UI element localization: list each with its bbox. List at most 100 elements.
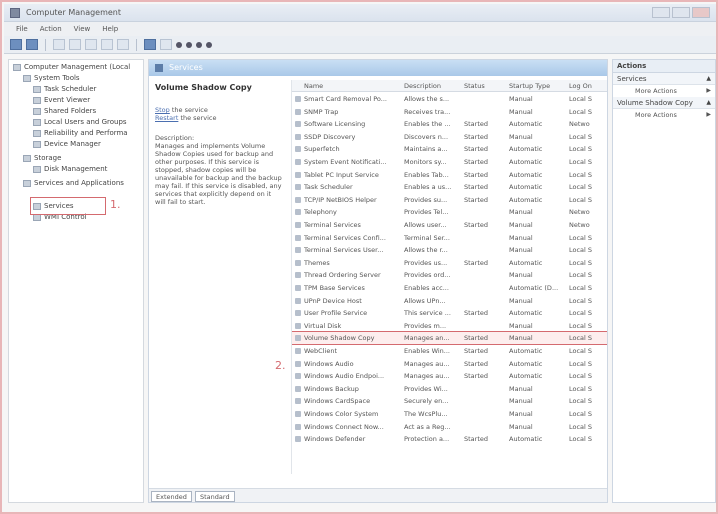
service-row[interactable]: User Profile Service This service ... Star… [292,307,607,319]
service-status: Started [464,334,489,343]
service-row[interactable]: Windows Defender Protection a... Started Au… [292,433,607,445]
column-name[interactable]: Name [304,82,323,90]
tree-item[interactable]: Task Scheduler [33,84,96,94]
service-startup-type: Manual [509,422,533,431]
tree-item[interactable]: Storage [23,153,61,163]
service-icon [295,96,301,102]
service-row[interactable]: Windows Backup Provides Wi... Manual Local … [292,383,607,395]
service-description: Enables Win... [404,347,451,355]
stop-service-icon[interactable] [186,41,192,48]
actions-section-volume-shadow-copy[interactable]: Volume Shadow Copy ▲ [613,97,715,109]
service-status: Started [464,221,489,229]
tree-item[interactable]: Device Manager [33,139,101,149]
menu-view[interactable]: View [74,25,91,33]
service-description: Provides us... [404,258,448,267]
service-row[interactable]: Windows CardSpace Securely en... Manual Loc… [292,395,607,407]
service-description: Securely en... [404,397,449,406]
service-row[interactable]: Terminal Services Allows user... Started Ma… [292,219,607,231]
column-description[interactable]: Description [404,82,441,90]
service-row[interactable]: Windows Connect Now... Act as a Reg... Man… [292,421,607,433]
more-actions-volume-shadow-copy[interactable]: More Actions ▶ [613,109,715,121]
menu-file[interactable]: File [16,25,28,33]
service-row[interactable]: SNMP Trap Receives tra... Manual Local S [292,106,607,118]
service-row[interactable]: TPM Base Services Enables acc... Automatic… [292,282,607,294]
service-icon [295,385,301,392]
restart-service-icon[interactable] [206,41,212,48]
service-row[interactable]: Windows Audio Manages au... Started Automat… [292,358,607,370]
minimize-button[interactable] [652,7,670,18]
more-actions-services[interactable]: More Actions ▶ [613,85,715,97]
service-description: Provides Tel... [404,208,449,217]
view-icon[interactable] [160,39,172,50]
service-icon [295,411,301,417]
service-row[interactable]: Thread Ordering Server Provides ord... Man… [292,269,607,281]
services-header: Services [149,60,607,76]
service-startup-type: Manual [509,271,533,280]
properties-icon[interactable] [85,39,97,50]
service-row[interactable]: Virtual Disk Provides m... Manual Local S [292,320,607,332]
toolbar [4,36,716,54]
export-list-icon[interactable] [117,39,129,50]
menu-help[interactable]: Help [102,25,118,33]
service-icon [295,335,301,342]
service-row[interactable]: Software Licensing Enables the ... Started… [292,118,607,130]
actions-section-services[interactable]: Services ▲ [613,73,715,85]
service-log-on: Local S [569,359,593,368]
tree-item[interactable]: Shared Folders [33,106,96,116]
service-row[interactable]: Smart Card Removal Po... Allows the s... M… [292,93,607,105]
service-description: Manages au... [404,372,450,381]
tree-item[interactable]: Reliability and Performa [33,128,128,138]
column-status[interactable]: Status [464,82,485,90]
service-description: Monitors sy... [404,158,447,166]
service-icon [295,398,301,405]
service-row[interactable]: Windows Audio Endpoi... Manages au... Star… [292,370,607,382]
service-row[interactable]: UPnP Device Host Allows UPn... Manual Local… [292,295,607,307]
service-status: Started [464,170,489,179]
stop-service-link[interactable]: Stop [155,106,170,114]
service-icon [295,108,301,115]
back-icon[interactable] [10,39,22,50]
service-status: Started [464,258,489,267]
service-row[interactable]: Telephony Provides Tel... Manual Netwo [292,206,607,218]
help-icon[interactable] [144,39,156,50]
tree-item[interactable]: Local Users and Groups [33,117,127,127]
service-log-on: Local S [569,158,593,166]
tree-item[interactable]: Event Viewer [33,95,90,105]
service-name: SNMP Trap [304,107,339,116]
service-status: Started [464,309,489,318]
service-row[interactable]: System Event Notificati... Monitors sy...… [292,156,607,168]
service-row[interactable]: Superfetch Maintains a... Started Automatic… [292,143,607,155]
service-row[interactable]: WebClient Enables Win... Started Automatic L… [292,345,607,357]
up-folder-icon[interactable] [53,39,65,50]
show-hide-tree-icon[interactable] [69,39,81,50]
service-row[interactable]: SSDP Discovery Discovers n... Started Manua… [292,131,607,143]
service-row[interactable]: TCP/IP NetBIOS Helper Provides su... Start… [292,194,607,206]
column-log-on[interactable]: Log On [569,82,592,90]
refresh-icon[interactable] [101,39,113,50]
tree-item-label: Disk Management [44,165,108,173]
tree-item[interactable]: Disk Management [33,164,107,174]
service-row[interactable]: Windows Color System The WcsPlu... Manual L… [292,408,607,420]
restart-service-link[interactable]: Restart [155,114,178,122]
start-service-icon[interactable] [176,41,182,48]
forward-icon[interactable] [26,39,38,50]
maximize-button[interactable] [672,7,690,18]
service-row[interactable]: Themes Provides us... Started Automatic Loca… [292,257,607,269]
tree-item[interactable]: Computer Management (Local [13,62,130,72]
tree-item[interactable]: Services and Applications [23,178,124,188]
service-row[interactable]: Tablet PC Input Service Enables Tab... Sta… [292,169,607,181]
pause-service-icon[interactable] [196,41,202,48]
tree-item[interactable]: System Tools [23,73,80,83]
service-row[interactable]: Terminal Services Confi... Terminal Ser..… [292,232,607,244]
menu-action[interactable]: Action [40,25,62,33]
column-startup-type[interactable]: Startup Type [509,82,550,90]
service-row-selected[interactable]: Volume Shadow Copy Manages an... Started Ma… [292,331,607,346]
close-button[interactable] [692,7,710,18]
service-name: Windows Audio [304,359,354,368]
tab-standard[interactable]: Standard [195,491,235,502]
actions-pane: Actions Services ▲ More Actions ▶ Volume… [612,59,716,503]
service-row[interactable]: Task Scheduler Enables a us... Started Auto… [292,181,607,193]
service-row[interactable]: Terminal Services User... Allows the r...… [292,244,607,256]
services-list: Name Description Status Startup Type Log… [291,80,607,474]
tab-extended[interactable]: Extended [151,491,192,502]
